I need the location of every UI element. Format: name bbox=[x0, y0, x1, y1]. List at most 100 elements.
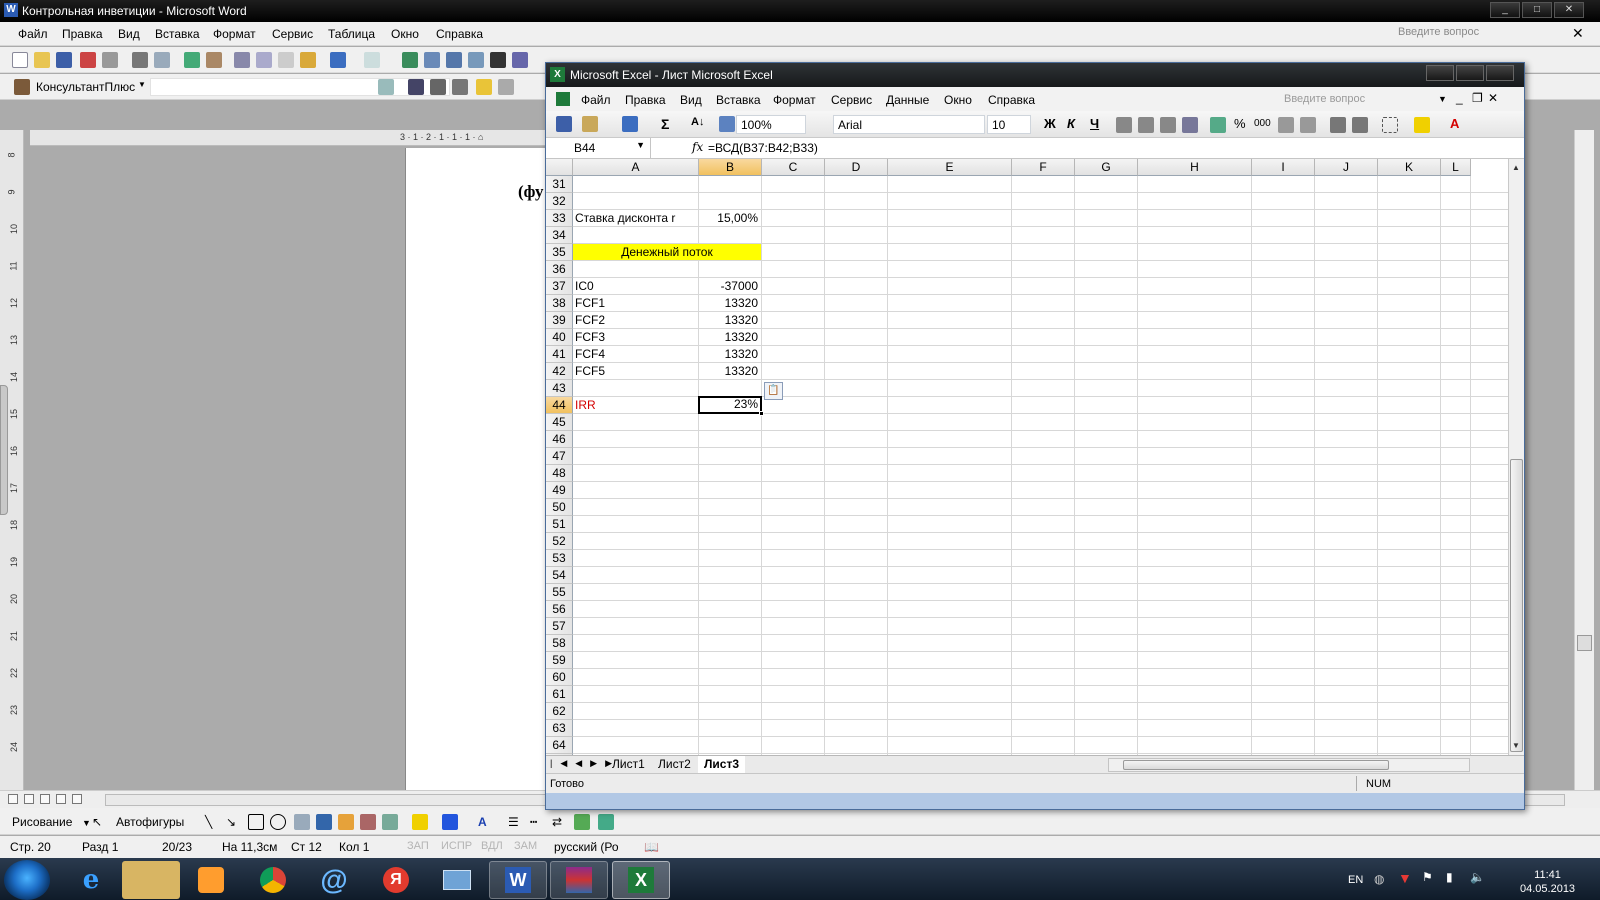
align-left-icon[interactable] bbox=[1116, 117, 1132, 133]
word-menu-window[interactable]: Окно bbox=[391, 27, 419, 41]
drawing-dropdown-icon[interactable]: ▼ bbox=[82, 818, 91, 828]
row-header-53[interactable]: 53 bbox=[546, 550, 573, 567]
row-header-59[interactable]: 59 bbox=[546, 652, 573, 669]
tray-flag-icon[interactable]: ⚑ bbox=[1422, 870, 1433, 884]
increase-decimal-icon[interactable] bbox=[1278, 117, 1294, 133]
print-preview-icon[interactable] bbox=[154, 52, 170, 68]
excel-menu-file[interactable]: Файл bbox=[581, 93, 611, 107]
winrar-icon[interactable] bbox=[550, 861, 608, 899]
word-menu-file[interactable]: Файл bbox=[18, 27, 48, 41]
file-explorer-icon[interactable] bbox=[122, 861, 180, 899]
word-taskbar-icon[interactable]: W bbox=[489, 861, 547, 899]
drawing-menu[interactable]: Рисование bbox=[12, 815, 72, 829]
row-header-38[interactable]: 38 bbox=[546, 295, 573, 312]
row-header-49[interactable]: 49 bbox=[546, 482, 573, 499]
cell-b39[interactable]: 13320 bbox=[699, 312, 761, 328]
word-doc-close-icon[interactable]: ✕ bbox=[1572, 25, 1584, 42]
contrast-icon[interactable] bbox=[430, 79, 446, 95]
column-header-k[interactable]: K bbox=[1378, 159, 1441, 176]
print-view-icon[interactable] bbox=[40, 794, 50, 804]
wordart-icon[interactable] bbox=[316, 814, 332, 830]
excel-vscroll-thumb[interactable] bbox=[1510, 459, 1523, 752]
select-all-corner[interactable] bbox=[546, 159, 573, 176]
excel-doc-minimize-icon[interactable]: _ bbox=[1456, 91, 1463, 105]
row-header-47[interactable]: 47 bbox=[546, 448, 573, 465]
column-header-i[interactable]: I bbox=[1252, 159, 1315, 176]
row-header-46[interactable]: 46 bbox=[546, 431, 573, 448]
excel-font-box[interactable]: Arial bbox=[833, 115, 985, 134]
autosum-icon[interactable]: Σ bbox=[661, 116, 669, 132]
excel-maximize-icon[interactable] bbox=[1456, 65, 1484, 81]
sheet-tab-1[interactable]: Лист1 bbox=[606, 756, 651, 773]
row-header-40[interactable]: 40 bbox=[546, 329, 573, 346]
cell-a40[interactable]: FCF3 bbox=[573, 329, 698, 345]
insert-picture-icon[interactable] bbox=[382, 814, 398, 830]
status-overtype[interactable]: ЗАМ bbox=[514, 840, 537, 852]
hyperlink-icon[interactable] bbox=[402, 52, 418, 68]
word-help-search[interactable]: Введите вопрос bbox=[1398, 26, 1548, 38]
row-header-61[interactable]: 61 bbox=[546, 686, 573, 703]
row-header-48[interactable]: 48 bbox=[546, 465, 573, 482]
save-icon[interactable] bbox=[56, 52, 72, 68]
oval-tool-icon[interactable] bbox=[270, 814, 286, 830]
drawing-icon[interactable] bbox=[512, 52, 528, 68]
row-header-64[interactable]: 64 bbox=[546, 737, 573, 754]
tables-borders-icon[interactable] bbox=[424, 52, 440, 68]
fill-handle[interactable] bbox=[759, 411, 764, 416]
crop-icon[interactable] bbox=[408, 79, 424, 95]
picture-icon[interactable] bbox=[378, 79, 394, 95]
excel-help-search[interactable]: Введите вопрос bbox=[1284, 93, 1365, 105]
mail-icon[interactable] bbox=[428, 861, 486, 899]
row-header-55[interactable]: 55 bbox=[546, 584, 573, 601]
excel-menu-window[interactable]: Окно bbox=[944, 93, 972, 107]
cell-a39[interactable]: FCF2 bbox=[573, 312, 698, 328]
row-header-41[interactable]: 41 bbox=[546, 346, 573, 363]
word-menu-view[interactable]: Вид bbox=[118, 27, 140, 41]
column-header-d[interactable]: D bbox=[825, 159, 888, 176]
maximize-icon[interactable]: □ bbox=[1522, 2, 1552, 18]
permission-icon[interactable] bbox=[80, 52, 96, 68]
tray-antivirus-icon[interactable]: ▼ bbox=[1398, 870, 1412, 886]
bold-button[interactable]: Ж bbox=[1044, 116, 1056, 131]
media-player-icon[interactable] bbox=[182, 861, 240, 899]
word-horizontal-ruler[interactable]: 3 · 1 · 2 · 1 · 1 · 1 · ⌂ bbox=[30, 130, 550, 146]
spelling-status-icon[interactable]: 📖 bbox=[644, 840, 659, 854]
decrease-decimal-icon[interactable] bbox=[1300, 117, 1316, 133]
row-header-45[interactable]: 45 bbox=[546, 414, 573, 431]
thousands-button[interactable]: 000 bbox=[1254, 118, 1271, 129]
print-icon[interactable] bbox=[132, 52, 148, 68]
row-header-32[interactable]: 32 bbox=[546, 193, 573, 210]
fill-color-bucket-icon[interactable] bbox=[1414, 117, 1430, 133]
word-menu-insert[interactable]: Вставка bbox=[155, 27, 200, 41]
excel-taskbar-icon[interactable]: X bbox=[612, 861, 670, 899]
yandex-browser-icon[interactable]: Я bbox=[367, 861, 425, 899]
fill-color-icon[interactable] bbox=[412, 814, 428, 830]
excel-zoom-box[interactable]: 100% bbox=[736, 115, 806, 134]
excel-menu-view[interactable]: Вид bbox=[680, 93, 702, 107]
excel-menu-format[interactable]: Формат bbox=[773, 93, 816, 107]
excel-doc-restore-icon[interactable]: ❐ bbox=[1472, 91, 1483, 105]
word-menu-tools[interactable]: Сервис bbox=[272, 27, 313, 41]
normal-view-icon[interactable] bbox=[8, 794, 18, 804]
chrome-icon[interactable] bbox=[244, 861, 302, 899]
cell-a37[interactable]: IC0 bbox=[573, 278, 698, 294]
effects-icon[interactable] bbox=[476, 79, 492, 95]
excel-close-icon[interactable] bbox=[1486, 65, 1514, 81]
word-menu-help[interactable]: Справка bbox=[436, 27, 483, 41]
paste-options-icon[interactable]: 📋 bbox=[764, 382, 783, 400]
cell-a41[interactable]: FCF4 bbox=[573, 346, 698, 362]
row-header-36[interactable]: 36 bbox=[546, 261, 573, 278]
row-header-58[interactable]: 58 bbox=[546, 635, 573, 652]
new-document-icon[interactable] bbox=[12, 52, 28, 68]
dash-style-icon[interactable]: ┅ bbox=[530, 815, 537, 829]
formula-input[interactable]: =ВСД(B37:B42;B33) bbox=[708, 141, 818, 155]
name-box-value[interactable]: B44 bbox=[574, 141, 595, 155]
status-language[interactable]: русский (Ро bbox=[554, 840, 619, 854]
sheet-tab-3[interactable]: Лист3 bbox=[698, 756, 746, 773]
cell-b38[interactable]: 13320 bbox=[699, 295, 761, 311]
row-header-62[interactable]: 62 bbox=[546, 703, 573, 720]
shadow-icon[interactable] bbox=[574, 814, 590, 830]
excel-doc-close-icon[interactable]: ✕ bbox=[1488, 91, 1498, 105]
brightness-icon[interactable] bbox=[452, 79, 468, 95]
research-icon[interactable] bbox=[206, 52, 222, 68]
